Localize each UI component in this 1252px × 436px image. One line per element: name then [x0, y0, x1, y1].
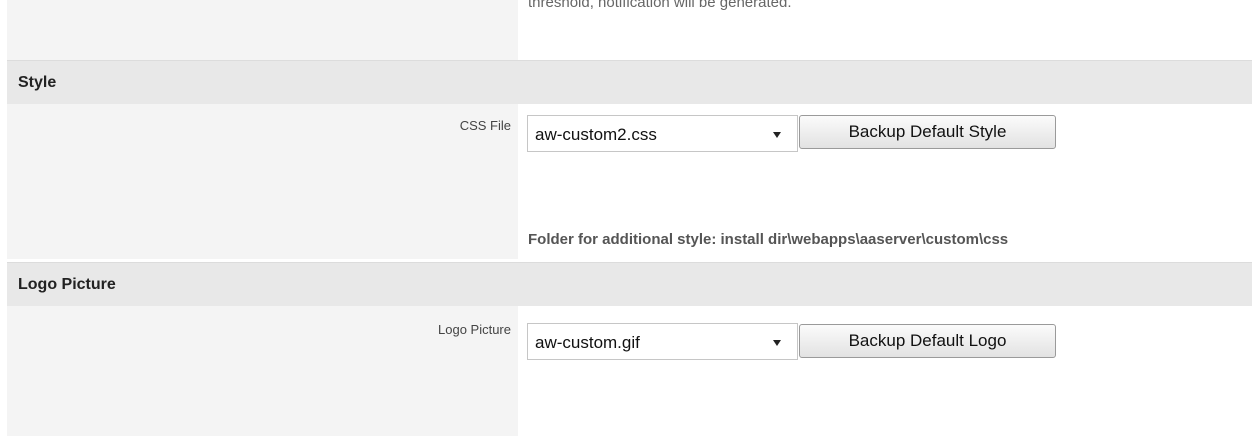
- chevron-down-icon[interactable]: [773, 340, 781, 346]
- section-title: Logo Picture: [18, 276, 116, 293]
- css-folder-description: Folder for additional style: install dir…: [528, 231, 1009, 248]
- css-file-select[interactable]: aw-custom2.css: [527, 115, 798, 152]
- backup-default-style-button[interactable]: Backup Default Style: [799, 115, 1056, 149]
- css-file-label: CSS File: [459, 118, 511, 133]
- section-title: Style: [18, 74, 57, 91]
- label-column: [7, 0, 518, 60]
- settings-page: threshold, notification will be generate…: [7, 0, 1252, 436]
- logo-picture-select[interactable]: aw-custom.gif: [527, 323, 798, 360]
- style-section-header: Style: [7, 60, 1252, 104]
- css-file-value: aw-custom2.css: [535, 125, 657, 144]
- logo-picture-value: aw-custom.gif: [535, 333, 640, 352]
- chevron-down-icon[interactable]: [773, 132, 781, 138]
- backup-default-logo-button[interactable]: Backup Default Logo: [799, 324, 1056, 358]
- logo-section-header: Logo Picture: [7, 262, 1252, 306]
- threshold-description: threshold, notification will be generate…: [528, 0, 792, 11]
- logo-picture-label: Logo Picture: [438, 322, 511, 337]
